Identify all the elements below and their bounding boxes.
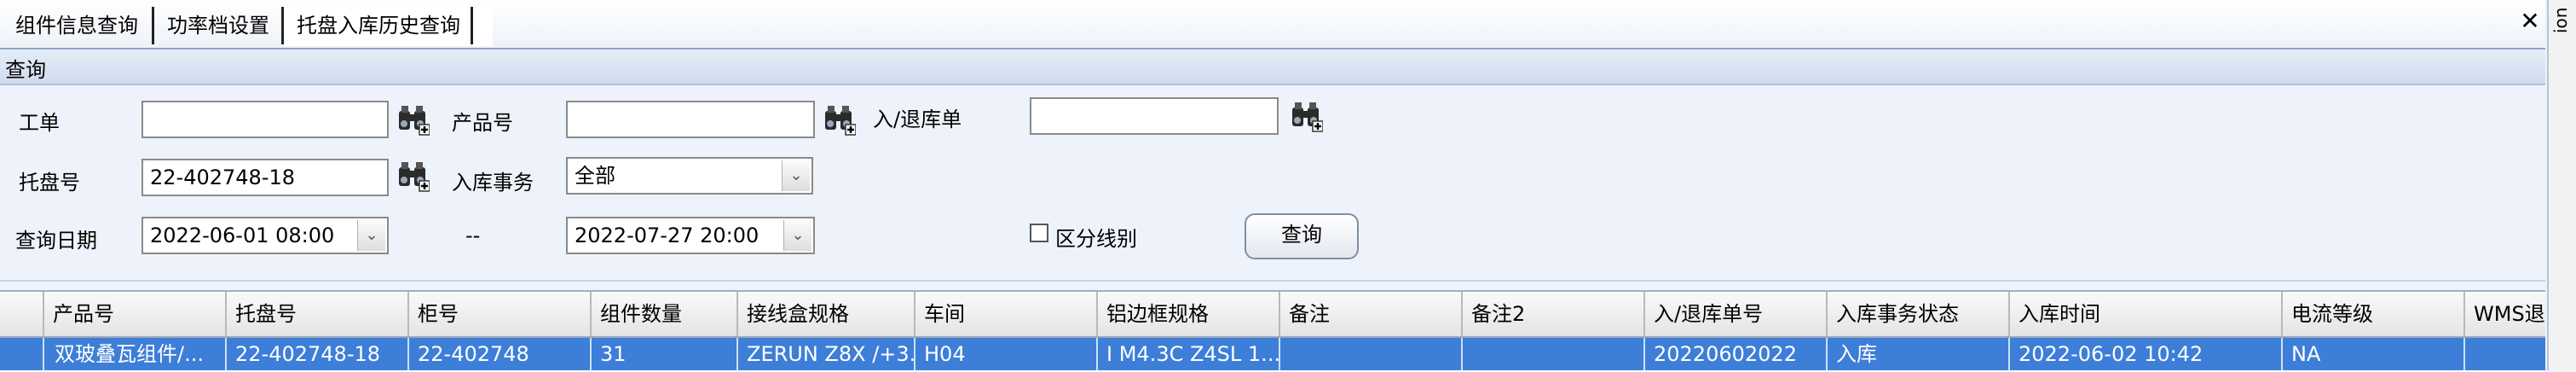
side-panel-strip[interactable]: ion — [2547, 0, 2576, 370]
tab-component-info[interactable]: 组件信息查询 — [3, 5, 150, 46]
results-grid: 产品号 托盘号 柜号 组件数量 接线盒规格 车间 铝边框规格 备注 备注2 入/… — [0, 290, 2545, 372]
date-from-picker[interactable]: 2022-06-01 08:00 ⌄ — [142, 217, 389, 254]
cell-frame-spec[interactable]: I M4.3C Z4SL 1... — [1098, 338, 1280, 370]
col-header-io-order-no[interactable]: 入/退库单号 — [1645, 292, 1828, 336]
in-transaction-label: 入库事务 — [452, 171, 534, 195]
chevron-down-icon[interactable]: ⌄ — [782, 160, 810, 191]
col-header-module-qty[interactable]: 组件数量 — [592, 292, 738, 336]
cell-in-time[interactable]: 2022-06-02 10:42 — [2010, 338, 2283, 370]
row-selector[interactable] — [0, 338, 44, 370]
cell-pallet-no[interactable]: 22-402748-18 — [227, 338, 409, 370]
side-strip-label: ion — [2550, 7, 2571, 34]
col-header-transaction-status[interactable]: 入库事务状态 — [1828, 292, 2010, 336]
cell-remark2[interactable] — [1463, 338, 1645, 370]
tab-separator — [152, 7, 154, 44]
col-header-wms-return[interactable]: WMS退 — [2465, 292, 2545, 336]
cell-current-grade[interactable]: NA — [2283, 338, 2465, 370]
tab-pallet-history[interactable]: 托盘入库历史查询 — [285, 5, 493, 46]
col-header-in-time[interactable]: 入库时间 — [2010, 292, 2283, 336]
query-group-title: 查询 — [5, 58, 46, 82]
chevron-down-icon[interactable]: ⌄ — [357, 220, 385, 251]
col-header-pallet-no[interactable]: 托盘号 — [227, 292, 409, 336]
cell-workshop[interactable]: H04 — [915, 338, 1098, 370]
cell-cabinet-no[interactable]: 22-402748 — [409, 338, 592, 370]
work-order-input[interactable] — [142, 101, 389, 138]
col-header-cabinet-no[interactable]: 柜号 — [409, 292, 592, 336]
product-no-input[interactable] — [566, 101, 815, 138]
binoculars-icon[interactable] — [1289, 99, 1323, 133]
tab-strip: 组件信息查询 功率档设置 托盘入库历史查询 ✕ — [0, 0, 2545, 49]
col-header-workshop[interactable]: 车间 — [915, 292, 1098, 336]
cell-wms-return[interactable] — [2465, 338, 2545, 370]
date-range-separator: -- — [465, 224, 481, 247]
col-header-product-no[interactable]: 产品号 — [44, 292, 227, 336]
query-group-header: 查询 — [0, 49, 2545, 85]
cell-junction-box[interactable]: ZERUN Z8X /+3... — [738, 338, 915, 370]
close-icon[interactable]: ✕ — [2516, 9, 2544, 36]
io-order-label: 入/退库单 — [873, 108, 962, 131]
cell-product-no[interactable]: 双玻叠瓦组件/... — [44, 338, 227, 370]
divider — [0, 280, 2545, 282]
pallet-no-label: 托盘号 — [19, 171, 80, 195]
col-header-remark[interactable]: 备注 — [1280, 292, 1463, 336]
grid-header-row: 产品号 托盘号 柜号 组件数量 接线盒规格 车间 铝边框规格 备注 备注2 入/… — [0, 292, 2545, 338]
date-to-value: 2022-07-27 20:00 — [575, 224, 760, 247]
io-order-input[interactable] — [1030, 97, 1279, 135]
binoculars-icon[interactable] — [822, 102, 856, 137]
tab-power-grade[interactable]: 功率档设置 — [155, 5, 281, 46]
distinguish-line-label: 区分线别 — [1055, 227, 1137, 251]
tab-separator — [471, 7, 473, 44]
cell-io-order-no[interactable]: 20220602022 — [1645, 338, 1828, 370]
product-no-label: 产品号 — [452, 111, 513, 135]
binoculars-icon[interactable] — [396, 102, 430, 137]
cell-transaction-status[interactable]: 入库 — [1828, 338, 2010, 370]
date-from-value: 2022-06-01 08:00 — [150, 224, 335, 247]
date-to-picker[interactable]: 2022-07-27 20:00 ⌄ — [566, 217, 815, 254]
col-header-current-grade[interactable]: 电流等级 — [2283, 292, 2465, 336]
distinguish-line-checkbox[interactable] — [1030, 224, 1048, 242]
col-header-remark2[interactable]: 备注2 — [1463, 292, 1645, 336]
tab-separator — [281, 7, 284, 44]
binoculars-icon[interactable] — [396, 159, 430, 193]
in-transaction-value: 全部 — [575, 164, 615, 188]
cell-remark[interactable] — [1280, 338, 1463, 370]
query-date-label: 查询日期 — [15, 229, 97, 253]
col-header-junction-box[interactable]: 接线盒规格 — [738, 292, 915, 336]
work-order-label: 工单 — [19, 111, 60, 135]
query-button[interactable]: 查询 — [1245, 213, 1359, 259]
cell-module-qty[interactable]: 31 — [592, 338, 738, 370]
chevron-down-icon[interactable]: ⌄ — [783, 220, 811, 251]
col-header-frame-spec[interactable]: 铝边框规格 — [1098, 292, 1280, 336]
pallet-no-input[interactable] — [142, 159, 389, 196]
row-header-corner — [0, 292, 44, 336]
in-transaction-select[interactable]: 全部 ⌄ — [566, 157, 813, 195]
table-row[interactable]: 双玻叠瓦组件/... 22-402748-18 22-402748 31 ZER… — [0, 338, 2545, 370]
